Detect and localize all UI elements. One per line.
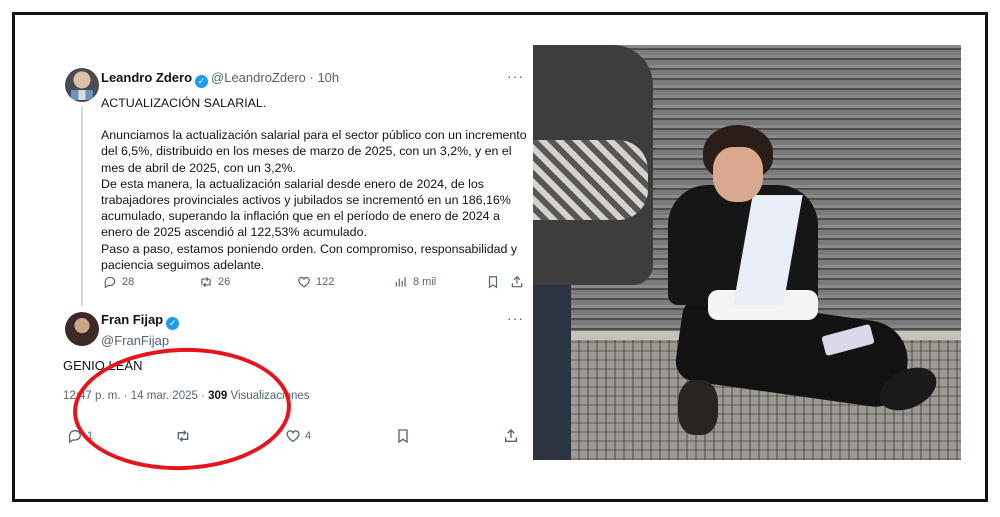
like-button[interactable]: 122 (297, 275, 334, 289)
verified-badge-icon: ✓ (195, 75, 209, 88)
views-button[interactable]: 8 mil (394, 275, 436, 289)
reply-views-label: Visualizaciones (227, 390, 310, 402)
tweet-paragraph: De esta manera, la actualización salaria… (101, 176, 511, 240)
tweet-header: Leandro Zdero ✓ @LeandroZdero · 10h (101, 70, 340, 88)
retweet-button[interactable] (175, 428, 195, 444)
views-count: 8 mil (413, 276, 437, 288)
views-icon (395, 277, 406, 287)
tweet-paragraph: Anunciamos la actualización salarial par… (101, 128, 527, 175)
reply-icon (68, 430, 81, 444)
author-handle[interactable]: @FranFijap (101, 333, 182, 348)
retweet-icon (201, 276, 211, 288)
tweet-actions: 28 26 122 8 mil (101, 275, 526, 293)
author-handle[interactable]: @LeandroZdero (211, 70, 306, 85)
bookmark-button[interactable] (395, 428, 411, 444)
bookmark-icon (398, 429, 408, 444)
bookmark-icon (488, 276, 498, 289)
avatar[interactable] (65, 312, 99, 346)
share-button[interactable] (510, 275, 524, 289)
retweet-count: 26 (218, 276, 231, 288)
like-count: 4 (305, 430, 312, 442)
tweet-screenshot: Leandro Zdero ✓ @LeandroZdero · 10h ··· AC… (45, 50, 531, 474)
news-photo (533, 45, 961, 460)
reply-icon (104, 276, 116, 289)
reply-count: 28 (122, 276, 135, 288)
reply-header: Fran Fijap ✓ @FranFijap (101, 312, 182, 348)
thread-line (81, 106, 83, 306)
reply-meta: 12:47 p. m. · 14 mar. 2025 · 309 Visuali… (63, 390, 310, 402)
retweet-button[interactable]: 26 (199, 275, 230, 289)
more-icon[interactable]: ··· (507, 310, 524, 326)
reply-actions: 1 4 (65, 428, 525, 448)
like-count: 122 (316, 276, 335, 288)
verified-badge-icon: ✓ (166, 317, 180, 330)
author-name[interactable]: Fran Fijap (101, 312, 163, 327)
reply-button[interactable]: 1 (67, 428, 93, 444)
more-icon[interactable]: ··· (507, 68, 524, 84)
tweet-paragraph: Paso a paso, estamos poniendo orden. Con… (101, 241, 518, 272)
share-button[interactable] (503, 428, 519, 444)
tweet-time[interactable]: 10h (317, 70, 339, 85)
tweet-body: ACTUALIZACIÓN SALARIAL. Anunciamos la ac… (101, 95, 531, 273)
reply-button[interactable]: 28 (103, 275, 134, 289)
like-icon (298, 276, 310, 288)
reply-views-count: 309 (208, 390, 228, 402)
author-name[interactable]: Leandro Zdero (101, 70, 192, 85)
like-icon (286, 430, 300, 443)
reply-timestamp[interactable]: 12:47 p. m. · 14 mar. 2025 · (63, 390, 208, 402)
like-button[interactable]: 4 (285, 428, 311, 444)
retweet-icon (177, 430, 189, 442)
share-icon (511, 275, 523, 288)
avatar[interactable] (65, 68, 99, 102)
injured-man (648, 125, 948, 455)
share-icon (505, 429, 517, 442)
reply-body: GENIO LEAN (63, 358, 143, 373)
bookmark-button[interactable] (486, 275, 500, 289)
tweet-headline: ACTUALIZACIÓN SALARIAL. (101, 96, 267, 110)
reply-count: 1 (87, 430, 94, 442)
